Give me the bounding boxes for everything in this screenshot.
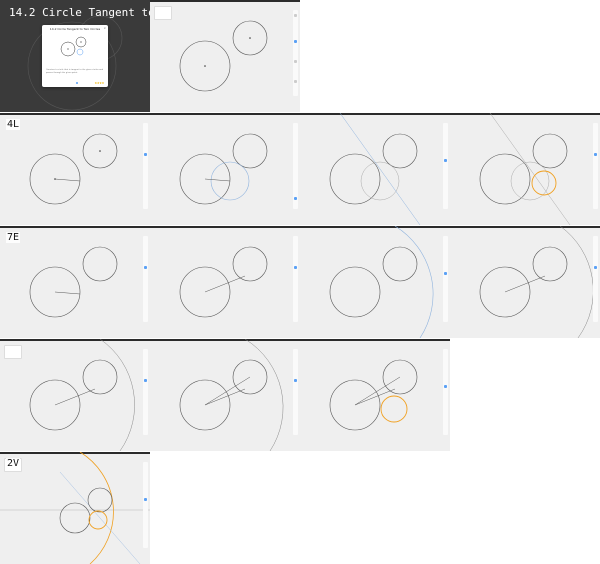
panel-4l-1: 4L [0, 113, 150, 225]
tool-icon[interactable] [294, 266, 297, 269]
panel-7e-4 [450, 226, 600, 338]
geometry-canvas[interactable] [300, 226, 450, 338]
tool-icon[interactable] [444, 385, 447, 388]
progress-dot[interactable] [76, 82, 78, 84]
tool-icon[interactable] [144, 379, 147, 382]
panel-row4-2 [150, 339, 300, 451]
panel-row4-3 [300, 339, 450, 451]
tool-icon[interactable] [294, 379, 297, 382]
panel-7e-1: 7E [0, 226, 150, 338]
geometry-canvas[interactable] [450, 226, 600, 338]
tool-icon[interactable] [294, 60, 297, 63]
panel-7e-3 [300, 226, 450, 338]
tool-icon[interactable] [144, 266, 147, 269]
tool-palette [143, 462, 148, 548]
geometry-canvas[interactable] [0, 113, 150, 225]
modal-description: Construct a circle that is tangent to th… [46, 69, 103, 74]
modal-footer: ★★★★ [46, 81, 104, 85]
step-label: 4L [6, 119, 21, 130]
tool-icon[interactable] [444, 272, 447, 275]
tool-icon[interactable] [294, 80, 297, 83]
modal-figure [60, 36, 87, 57]
geometry-canvas[interactable] [300, 113, 450, 225]
tool-palette [593, 236, 598, 322]
step-label: 7E [6, 232, 21, 243]
geometry-canvas[interactable] [0, 339, 150, 451]
tool-icon[interactable] [144, 498, 147, 501]
tool-palette [293, 236, 298, 322]
tool-palette [443, 236, 448, 322]
geometry-canvas[interactable] [0, 452, 150, 564]
page-title: 14.2 Circle Tangent to Two Circles [9, 6, 150, 19]
panel-7e-2 [150, 226, 300, 338]
geometry-canvas[interactable] [300, 339, 450, 451]
panel-4l-3 [300, 113, 450, 225]
tool-palette [593, 123, 598, 209]
tool-palette [443, 123, 448, 209]
tool-icon[interactable] [594, 153, 597, 156]
tool-palette [293, 10, 298, 96]
intro-modal: × 14.2 Circle Tangent to Two Circles Con… [42, 25, 108, 87]
tool-palette [293, 123, 298, 209]
tool-palette [293, 349, 298, 435]
tool-icon[interactable] [594, 266, 597, 269]
panel-intro: 14.2 Circle Tangent to Two Circles × 14.… [0, 0, 150, 112]
geometry-canvas[interactable] [150, 0, 300, 112]
geometry-canvas[interactable] [450, 113, 600, 225]
level-thumbnail[interactable] [4, 345, 22, 359]
tool-icon[interactable] [294, 40, 297, 43]
panel-4l-4 [450, 113, 600, 225]
panel-row4-1 [0, 339, 150, 451]
tool-icon[interactable] [294, 197, 297, 200]
geometry-canvas[interactable] [0, 226, 150, 338]
tool-palette [143, 349, 148, 435]
geometry-canvas[interactable] [150, 339, 300, 451]
panel-2v: 2V [0, 452, 150, 564]
tool-icon[interactable] [144, 153, 147, 156]
tool-icon[interactable] [444, 159, 447, 162]
tool-palette [443, 349, 448, 435]
panel-start [150, 0, 300, 112]
panel-4l-2 [150, 113, 300, 225]
geometry-canvas[interactable] [150, 226, 300, 338]
tool-palette [143, 123, 148, 209]
tool-palette [143, 236, 148, 322]
geometry-canvas[interactable] [150, 113, 300, 225]
tool-icon[interactable] [294, 14, 297, 17]
step-label: 2V [6, 458, 21, 469]
star-icon: ★★★★ [94, 81, 104, 85]
